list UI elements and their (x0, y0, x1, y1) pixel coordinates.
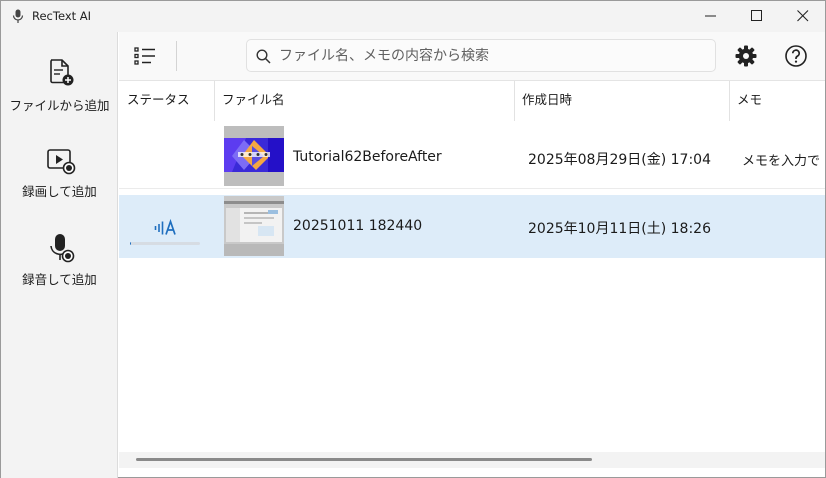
search-icon (256, 49, 271, 64)
help-icon[interactable] (784, 44, 808, 68)
close-icon (797, 10, 809, 22)
toolbar-divider (176, 41, 177, 71)
close-button[interactable] (780, 1, 826, 32)
column-header-status[interactable]: ステータス (119, 81, 214, 121)
filename-cell: 20251011 182440 (293, 218, 423, 234)
memo-cell[interactable]: メモを入力で (742, 150, 825, 169)
search-box[interactable] (246, 39, 716, 72)
table-header: ステータス ファイル名 作成日時 メモ (119, 80, 825, 121)
app-window: RecText AI ファイルから追加 録画して追加 録音して追加 ファイル名、… (0, 0, 826, 478)
screenshot-thumbnail (224, 196, 284, 256)
sidebar-item-label: ファイルから追加 (9, 98, 110, 113)
created-date-cell: 2025年10月11日(土) 18:26 (528, 221, 711, 237)
sidebar-item-label: 録画して追加 (22, 184, 97, 199)
maximize-icon (751, 10, 762, 21)
gear-icon[interactable] (734, 44, 758, 68)
maximize-button[interactable] (734, 1, 780, 32)
screen-record-icon (47, 149, 76, 175)
horizontal-scrollbar[interactable] (119, 452, 825, 468)
sidebar-item-add-from-file[interactable]: ファイルから追加 (1, 57, 118, 141)
filename-cell: Tutorial62BeforeAfter (293, 149, 442, 165)
file-add-icon (50, 59, 74, 86)
table-row[interactable]: Tutorial62BeforeAfter 2025年08月29日(金) 17:… (119, 122, 825, 188)
app-microphone-icon (12, 9, 24, 23)
transcribing-icon (154, 219, 176, 235)
column-header-memo[interactable]: メモ (729, 81, 825, 121)
sidebar-item-label: 録音して追加 (22, 272, 97, 287)
column-header-created[interactable]: 作成日時 (514, 81, 729, 121)
sidebar-item-audio-record[interactable]: 録音して追加 (1, 233, 118, 317)
created-date-cell: 2025年08月29日(金) 17:04 (528, 152, 711, 168)
toolbar (119, 32, 825, 80)
file-list: Tutorial62BeforeAfter 2025年08月29日(金) 17:… (119, 120, 825, 452)
list-view-icon[interactable] (134, 45, 156, 67)
sidebar-item-screen-record[interactable]: 録画して追加 (1, 146, 118, 230)
column-header-filename[interactable]: ファイル名 (214, 81, 514, 121)
bottom-strip (119, 468, 825, 477)
minimize-icon (705, 15, 716, 17)
window-title: RecText AI (32, 9, 92, 23)
scrollbar-thumb[interactable] (136, 458, 592, 461)
search-input[interactable] (279, 40, 709, 71)
row-divider (119, 188, 825, 189)
sidebar: ファイルから追加 録画して追加 録音して追加 (1, 32, 118, 478)
transcription-progress-bar (130, 242, 200, 245)
tutorial-thumbnail (224, 126, 284, 186)
table-row-selected[interactable]: 20251011 182440 2025年10月11日(土) 18:26 (119, 195, 825, 258)
minimize-button[interactable] (688, 1, 734, 32)
microphone-record-icon (50, 234, 75, 263)
progress-fill (130, 242, 132, 245)
title-bar: RecText AI (1, 1, 825, 32)
